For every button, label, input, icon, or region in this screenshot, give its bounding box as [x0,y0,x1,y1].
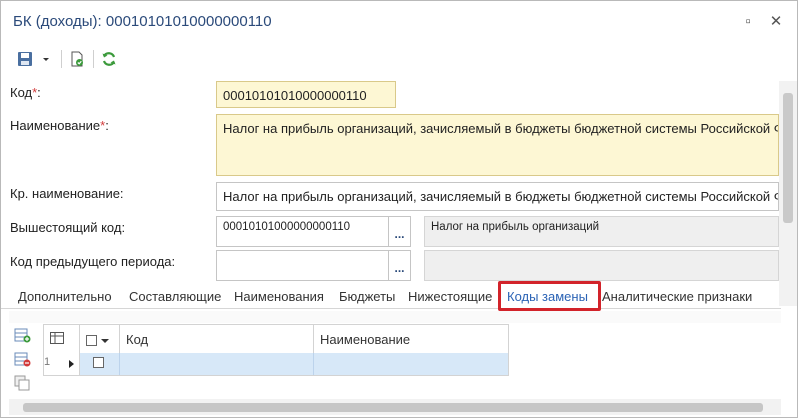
parent-code-input[interactable]: 00010101000000000110 [216,216,389,247]
dialog-window: БК (доходы): 00010101010000000110 ▫ ✕ Ко… [0,0,798,418]
restore-button[interactable]: ▫ [739,13,757,31]
prev-code-label: Код предыдущего периода: [10,254,176,269]
tab-strip: Дополнительно Составляющие Наименования … [1,285,781,309]
parent-code-label: Вышестоящий код: [10,220,126,235]
parent-code-picker-button[interactable]: ... [389,216,411,247]
tab-names[interactable]: Наименования [234,289,324,304]
grid-horizontal-scrollbar[interactable] [9,399,781,415]
grid-toolbar-strip [9,311,781,323]
row-number: 1 [44,356,51,368]
tab-replacement-codes[interactable]: Коды замены [507,289,588,304]
delete-row-icon[interactable] [13,350,31,368]
row-code-cell[interactable] [120,353,314,375]
refresh-icon[interactable] [101,51,117,67]
replacement-codes-grid: Код Наименование [43,324,509,376]
row-checkbox[interactable] [93,357,104,368]
column-header-code[interactable]: Код [120,325,314,353]
parent-code-name: Налог на прибыль организаций [424,216,779,247]
title-bar: БК (доходы): 00010101010000000110 ▫ ✕ [1,1,797,41]
row-name-cell[interactable] [314,353,508,375]
tab-analytic-attributes[interactable]: Аналитические признаки [602,289,752,304]
name-textarea[interactable]: Налог на прибыль организаций, зачисляемы… [216,114,779,176]
column-header-name[interactable]: Наименование [314,325,508,353]
short-name-input[interactable]: Налог на прибыль организаций, зачисляемы… [216,182,779,211]
floppy-disk-icon[interactable] [17,51,33,67]
toolbar-separator [93,50,94,68]
short-name-label: Кр. наименование: [10,186,124,201]
close-button[interactable]: ✕ [767,13,785,31]
chevron-down-icon[interactable] [41,51,51,67]
tab-subordinate[interactable]: Нижестоящие [408,289,492,304]
name-label: Наименование*: [10,118,109,133]
code-input[interactable]: 00010101010000000110 [216,81,396,108]
tab-components[interactable]: Составляющие [129,289,221,304]
add-row-icon[interactable] [13,326,31,344]
tab-budgets[interactable]: Бюджеты [339,289,395,304]
window-title: БК (доходы): 00010101010000000110 [13,13,272,30]
grid-columns-icon[interactable] [50,332,64,344]
scrollbar-thumb[interactable] [783,93,793,223]
chevron-down-icon[interactable] [100,338,109,344]
prev-code-picker-button[interactable]: ... [389,250,411,281]
select-all-checkbox[interactable] [86,335,97,347]
prev-code-input[interactable] [216,250,389,281]
row-checkbox-cell[interactable] [80,353,120,375]
copy-row-icon[interactable] [13,374,31,392]
row-pointer-icon [69,360,74,368]
document-check-icon[interactable] [69,51,85,67]
toolbar-separator [61,50,62,68]
code-label: Код*: [10,85,41,100]
tab-additional[interactable]: Дополнительно [18,289,112,304]
scrollbar-thumb[interactable] [23,403,763,412]
column-chooser-cell[interactable] [44,325,80,353]
form-scrollbar[interactable] [779,81,797,306]
prev-code-name [424,250,779,281]
toolbar [1,45,797,73]
select-all-cell[interactable] [80,325,120,353]
